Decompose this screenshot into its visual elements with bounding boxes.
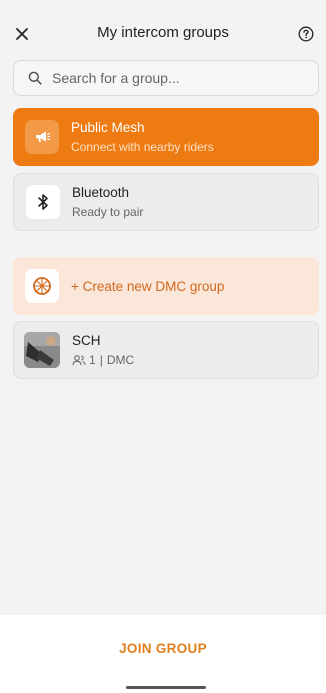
help-circle-icon [298, 26, 314, 42]
avatar-image [24, 332, 60, 368]
group-subtitle: Connect with nearby riders [71, 140, 214, 154]
people-icon [72, 354, 86, 365]
help-button[interactable] [294, 22, 318, 46]
bluetooth-icon [38, 194, 48, 210]
search-box[interactable] [13, 60, 319, 96]
group-title: Public Mesh [71, 120, 145, 135]
megaphone-icon [36, 131, 51, 142]
member-count: 1 [89, 353, 96, 367]
megaphone-icon-box [25, 120, 59, 154]
home-indicator[interactable] [126, 686, 206, 689]
group-texts: Bluetooth Ready to pair [72, 185, 143, 219]
join-group-button[interactable]: JOIN GROUP [0, 641, 326, 656]
group-type: DMC [106, 353, 135, 367]
meta-separator: | [99, 353, 103, 367]
group-meta: 1 | DMC [72, 353, 134, 367]
group-avatar [24, 332, 60, 368]
top-bar: My intercom groups [0, 0, 326, 66]
create-label: + Create new DMC group [71, 278, 225, 294]
bottom-bar: JOIN GROUP [0, 615, 326, 693]
group-bluetooth[interactable]: Bluetooth Ready to pair [13, 173, 319, 231]
search-icon [28, 71, 42, 85]
create-texts: + Create new DMC group [71, 279, 224, 294]
search-input[interactable] [52, 70, 292, 86]
page-title: My intercom groups [97, 24, 229, 41]
group-title: Bluetooth [72, 185, 130, 200]
group-name: SCH [72, 333, 101, 348]
group-item[interactable]: SCH 1 | DMC [13, 321, 319, 379]
create-group-button[interactable]: + Create new DMC group [13, 257, 319, 315]
group-subtitle: Ready to pair [72, 205, 144, 219]
globe-icon-box [25, 269, 59, 303]
group-texts: SCH 1 | DMC [72, 333, 134, 367]
group-public-mesh[interactable]: Public Mesh Connect with nearby riders [13, 108, 319, 166]
globe-mesh-icon [33, 277, 51, 295]
group-texts: Public Mesh Connect with nearby riders [71, 120, 214, 154]
bluetooth-icon-box [26, 185, 60, 219]
